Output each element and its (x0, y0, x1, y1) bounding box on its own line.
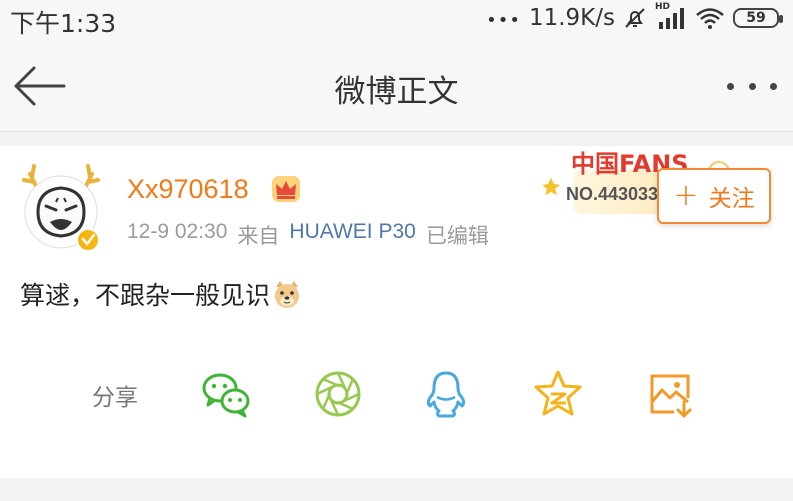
network-speed: 11.9K/s (528, 5, 615, 31)
post-date: 12-9 02:30 (127, 220, 228, 243)
crown-vip-icon (272, 176, 300, 202)
follow-button[interactable]: + 关注 (657, 168, 771, 224)
post-content: 算逑，不跟杂一般见识 (20, 276, 302, 312)
top-nav-bar: 微博正文 (0, 38, 793, 132)
notification-dots-icon: ••• (486, 9, 521, 31)
more-dot-icon (748, 83, 756, 90)
doge-emoji-icon (275, 281, 300, 308)
status-time: 下午1:33 (10, 9, 117, 38)
follow-label: 关注 (708, 186, 755, 212)
save-image-icon (650, 374, 692, 418)
plus-icon: + (673, 178, 699, 213)
moments-icon (315, 371, 361, 417)
battery-icon: 59 (733, 8, 783, 28)
mute-bell-icon (625, 8, 645, 28)
save-image-button[interactable] (644, 368, 696, 420)
source-prefix: 来自 (237, 225, 280, 248)
source-app-link[interactable]: HUAWEI P30 (289, 220, 415, 250)
post-text: 算逑，不跟杂一般见识 (20, 281, 271, 310)
post-card: Xx970618 12-9 02:30 来自 HUAWEI P30 已编辑 中国… (0, 146, 793, 478)
status-bar: 下午1:33 ••• 11.9K/s HD 59 (0, 0, 793, 38)
post-meta: 12-9 02:30 来自 HUAWEI P30 已编辑 (127, 220, 489, 250)
share-moments-button[interactable] (312, 368, 364, 420)
share-wechat-button[interactable] (200, 368, 252, 420)
qq-icon (426, 371, 466, 418)
avatar[interactable] (20, 160, 102, 252)
avatar-image (22, 164, 100, 252)
wifi-icon (696, 8, 724, 29)
share-row: 分享 (0, 364, 793, 424)
share-label: 分享 (92, 385, 138, 411)
more-dot-icon (727, 83, 734, 90)
share-qzone-button[interactable] (532, 368, 584, 420)
status-icons: ••• 11.9K/s HD 59 (486, 2, 783, 31)
more-options-button[interactable] (727, 83, 777, 93)
wechat-icon (202, 373, 250, 418)
more-dot-icon (770, 83, 777, 90)
page-title: 微博正文 (334, 74, 459, 110)
cell-signal-icon: HD (655, 2, 687, 30)
share-qq-button[interactable] (420, 368, 472, 420)
qzone-star-icon (534, 370, 582, 416)
username[interactable]: Xx970618 (127, 174, 249, 205)
edited-label: 已编辑 (425, 225, 489, 248)
fans-number: NO.443033 (566, 184, 659, 204)
